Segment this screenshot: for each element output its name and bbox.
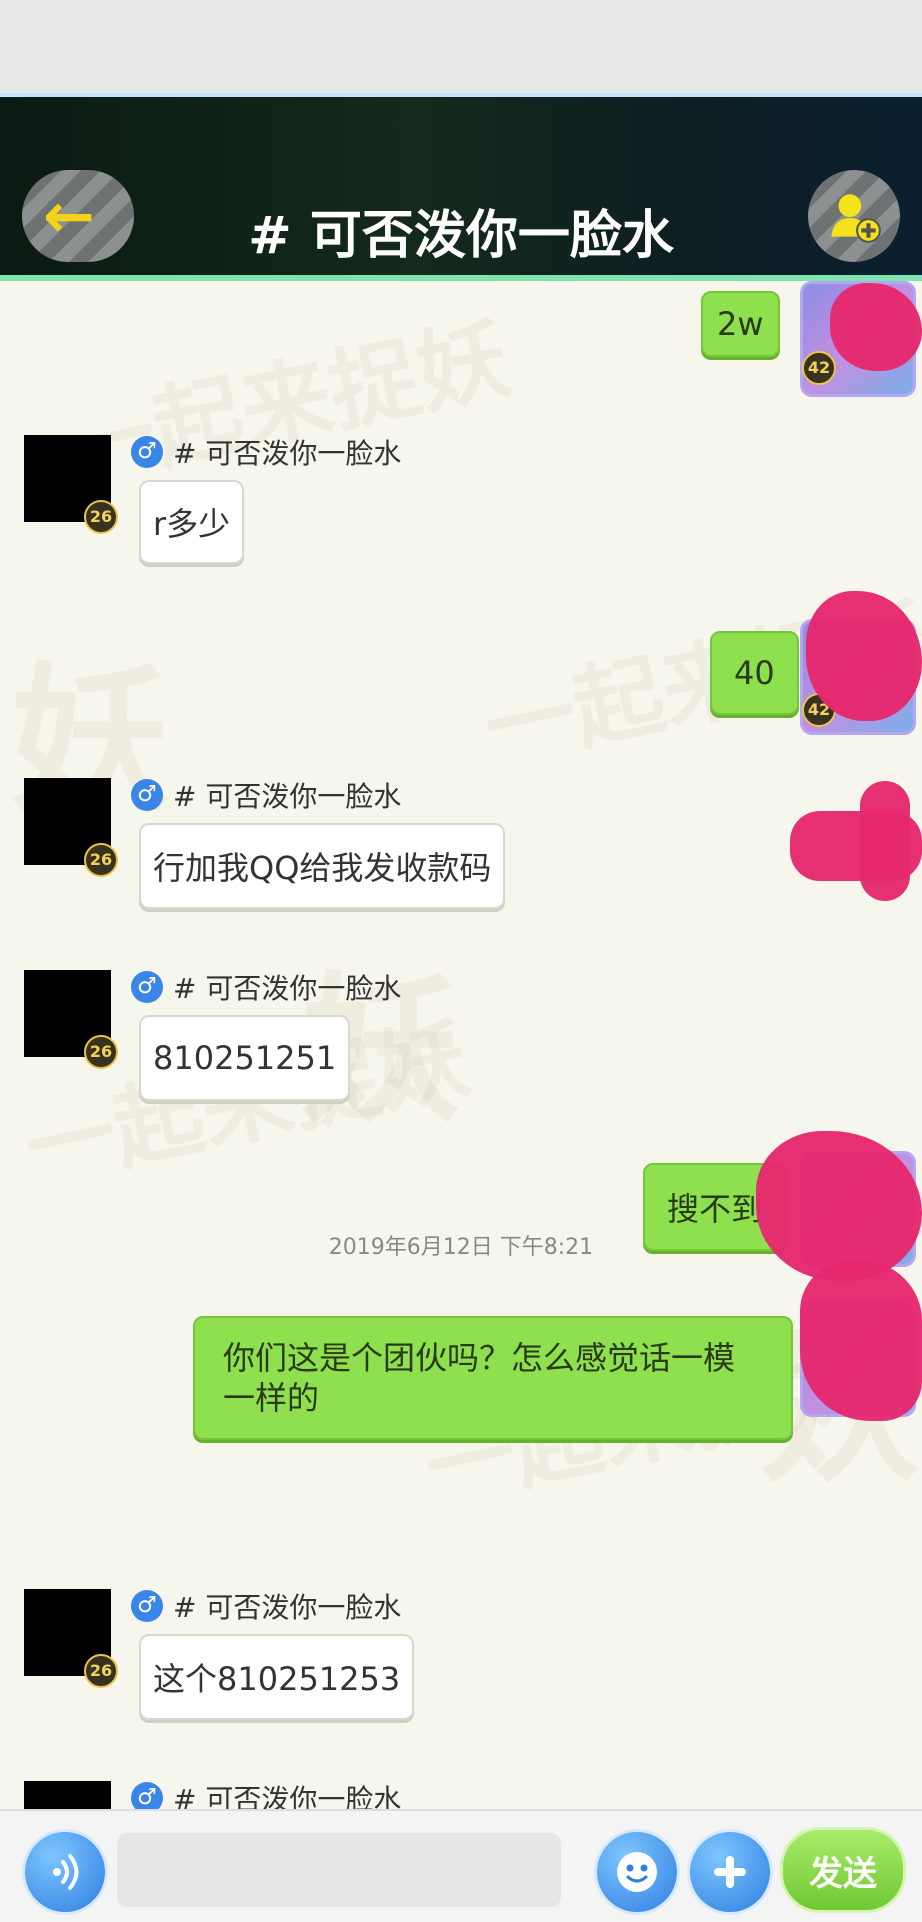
sender-name: ♂ # 可否泼你一脸水	[131, 777, 401, 813]
male-icon: ♂	[131, 1782, 163, 1809]
voice-button[interactable]	[22, 1829, 108, 1915]
male-icon: ♂	[131, 1590, 163, 1622]
redaction-mark	[806, 591, 922, 721]
chat-area[interactable]: 一起来捉妖 妖 一起来捉妖 一起来捉妖 妖 一起来捉妖 妖 2w 42 26 ♂…	[0, 281, 922, 1809]
male-icon: ♂	[131, 436, 163, 468]
message-bubble-self[interactable]: 2w	[701, 291, 780, 357]
emoji-icon	[617, 1852, 657, 1892]
message-timestamp: 2019年6月12日 下午8:21	[328, 1235, 594, 1260]
redaction-mark	[800, 1261, 922, 1421]
level-badge: 26	[84, 1654, 118, 1688]
plus-icon	[714, 1856, 746, 1888]
wallpaper-decoration: 一起来捉妖	[55, 305, 518, 503]
male-icon: ♂	[131, 779, 163, 811]
input-bar: 发送	[0, 1809, 922, 1922]
chat-header: ← # 可否泼你一脸水	[0, 93, 922, 281]
message-bubble-other[interactable]: 810251251	[139, 1015, 351, 1101]
sender-name: ♂ # 可否泼你一脸水	[131, 969, 401, 1005]
message-input[interactable]	[117, 1833, 561, 1907]
level-badge: 26	[84, 843, 118, 877]
level-badge: 42	[802, 351, 836, 385]
sender-name: ♂ # 可否泼你一脸水	[131, 1780, 401, 1809]
message-bubble-other[interactable]: 这个810251253	[139, 1634, 415, 1720]
add-friend-button[interactable]	[808, 170, 900, 262]
add-friend-icon	[831, 194, 881, 243]
message-bubble-other[interactable]: 行加我QQ给我发收款码	[139, 823, 506, 909]
message-bubble-other[interactable]: r多少	[139, 480, 245, 564]
level-badge: 26	[84, 500, 118, 534]
sender-name: ♂ # 可否泼你一脸水	[131, 1588, 401, 1624]
message-bubble-self[interactable]: 40	[710, 631, 799, 715]
plus-button[interactable]	[687, 1829, 773, 1915]
sender-name: ♂ # 可否泼你一脸水	[131, 434, 401, 470]
page-title: # 可否泼你一脸水	[248, 206, 674, 266]
avatar[interactable]	[24, 1781, 111, 1809]
emoji-button[interactable]	[594, 1829, 680, 1915]
male-icon: ♂	[131, 971, 163, 1003]
voice-icon	[53, 1854, 79, 1890]
wallpaper-strip	[0, 0, 922, 93]
message-bubble-self[interactable]: 你们这是个团伙吗？怎么感觉话一模一样的	[193, 1316, 793, 1440]
redaction-mark	[860, 781, 910, 901]
level-badge: 26	[84, 1035, 118, 1069]
send-button[interactable]: 发送	[780, 1827, 906, 1913]
